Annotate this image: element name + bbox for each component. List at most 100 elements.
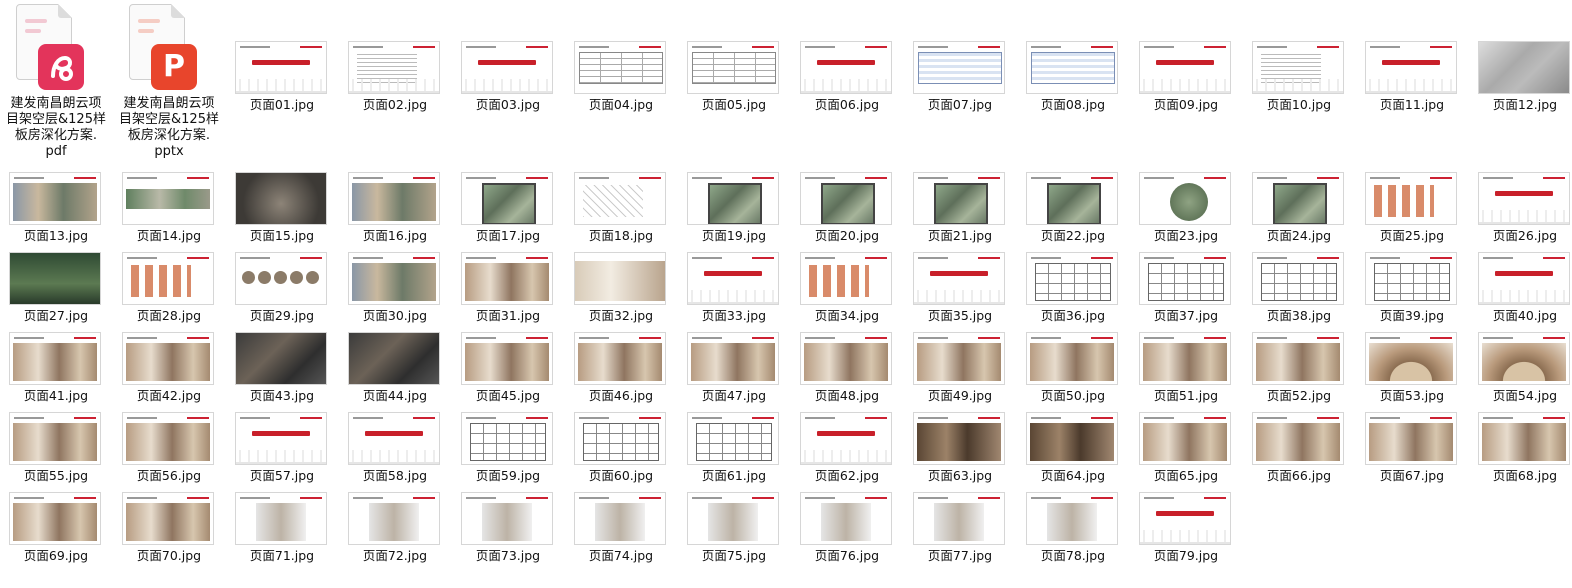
thumbnail-item[interactable]: 页面05.jpg xyxy=(678,42,790,114)
thumbnail-item[interactable]: 页面61.jpg xyxy=(678,413,790,485)
thumbnail-item[interactable]: 页面58.jpg xyxy=(339,413,451,485)
thumbnail-item[interactable]: 页面56.jpg xyxy=(113,413,225,485)
thumbnail-item[interactable]: 页面45.jpg xyxy=(452,333,564,405)
thumbnail-item[interactable]: 页面70.jpg xyxy=(113,493,225,565)
thumbnail-item[interactable]: 页面41.jpg xyxy=(0,333,112,405)
thumbnail-image xyxy=(123,493,213,544)
thumbnail-item[interactable]: 页面38.jpg xyxy=(1243,253,1355,325)
thumbnail-item[interactable]: 页面72.jpg xyxy=(339,493,451,565)
thumbnail-item[interactable]: 页面02.jpg xyxy=(339,42,451,114)
thumbnail-item[interactable]: 页面59.jpg xyxy=(452,413,564,485)
thumb-graphic xyxy=(1370,177,1400,179)
thumbnail-item[interactable]: 页面14.jpg xyxy=(113,173,225,245)
thumb-graphic xyxy=(413,46,435,48)
thumbnail-item[interactable]: 页面79.jpg xyxy=(1130,493,1242,565)
thumbnail-label: 页面13.jpg xyxy=(23,228,89,243)
thumbnail-item[interactable]: 页面66.jpg xyxy=(1243,413,1355,485)
thumb-graphic xyxy=(236,79,326,93)
thumbnail-item[interactable]: 页面75.jpg xyxy=(678,493,790,565)
thumbnail-item[interactable]: 页面25.jpg xyxy=(1356,173,1468,245)
thumb-graphic xyxy=(14,497,44,499)
thumbnail-item[interactable]: 页面31.jpg xyxy=(452,253,564,325)
thumbnail-item[interactable]: 页面06.jpg xyxy=(791,42,903,114)
file-item[interactable]: P 建发南昌朗云项 目架空层&125样 板房深化方案. pptx xyxy=(113,0,225,165)
thumbnail-item[interactable]: 页面16.jpg xyxy=(339,173,451,245)
thumbnail-item[interactable]: 页面57.jpg xyxy=(226,413,338,485)
thumbnail-item[interactable]: 页面43.jpg xyxy=(226,333,338,405)
thumb-graphic xyxy=(353,417,383,419)
thumbnail-item[interactable]: 页面65.jpg xyxy=(1130,413,1242,485)
thumbnail-item[interactable]: 页面55.jpg xyxy=(0,413,112,485)
thumbnail-item[interactable]: 页面01.jpg xyxy=(226,42,338,114)
thumbnail-item[interactable]: 页面49.jpg xyxy=(904,333,1016,405)
thumbnail-label: 页面39.jpg xyxy=(1379,308,1445,323)
thumb-graphic xyxy=(353,257,383,259)
thumbnail-item[interactable]: 页面48.jpg xyxy=(791,333,903,405)
thumbnail-item[interactable]: 页面36.jpg xyxy=(1017,253,1129,325)
thumbnail-item[interactable]: 页面27.jpg xyxy=(0,253,112,325)
thumbnail-item[interactable]: 页面42.jpg xyxy=(113,333,225,405)
thumbnail-item[interactable]: 页面62.jpg xyxy=(791,413,903,485)
file-name-line: 板房深化方案. xyxy=(127,128,211,143)
thumbnail-image xyxy=(801,413,891,464)
thumbnail-item[interactable]: 页面68.jpg xyxy=(1469,413,1572,485)
thumbnail-item[interactable]: 页面11.jpg xyxy=(1356,42,1468,114)
thumbnail-item[interactable]: 页面73.jpg xyxy=(452,493,564,565)
thumbnail-item[interactable]: 页面30.jpg xyxy=(339,253,451,325)
thumbnail-item[interactable]: 页面04.jpg xyxy=(565,42,677,114)
thumbnail-label: 页面22.jpg xyxy=(1040,228,1106,243)
thumbnail-item[interactable]: 页面39.jpg xyxy=(1356,253,1468,325)
thumbnail-item[interactable]: 页面78.jpg xyxy=(1017,493,1129,565)
thumbnail-item[interactable]: 页面15.jpg xyxy=(226,173,338,245)
thumbnail-item[interactable]: 页面34.jpg xyxy=(791,253,903,325)
thumbnail-item[interactable]: 页面46.jpg xyxy=(565,333,677,405)
thumbnail-item[interactable]: 页面63.jpg xyxy=(904,413,1016,485)
thumbnail-item[interactable]: 页面77.jpg xyxy=(904,493,1016,565)
thumbnail-item[interactable]: 页面29.jpg xyxy=(226,253,338,325)
thumbnail-item[interactable]: 页面24.jpg xyxy=(1243,173,1355,245)
thumbnail-item[interactable]: 页面47.jpg xyxy=(678,333,790,405)
thumbnail-item[interactable]: 页面13.jpg xyxy=(0,173,112,245)
thumbnail-item[interactable]: 页面19.jpg xyxy=(678,173,790,245)
thumbnail-item[interactable]: 页面22.jpg xyxy=(1017,173,1129,245)
thumb-graphic xyxy=(1257,337,1287,339)
thumbnail-item[interactable]: 页面74.jpg xyxy=(565,493,677,565)
thumbnail-item[interactable]: 页面52.jpg xyxy=(1243,333,1355,405)
thumbnail-item[interactable]: 页面33.jpg xyxy=(678,253,790,325)
thumbnail-item[interactable]: 页面17.jpg xyxy=(452,173,564,245)
thumb-graphic xyxy=(127,337,157,339)
thumbnail-item[interactable]: 页面51.jpg xyxy=(1130,333,1242,405)
thumbnail-item[interactable]: 页面69.jpg xyxy=(0,493,112,565)
thumbnail-item[interactable]: 页面67.jpg xyxy=(1356,413,1468,485)
thumbnail-item[interactable]: 页面07.jpg xyxy=(904,42,1016,114)
thumbnail-item[interactable]: 页面20.jpg xyxy=(791,173,903,245)
thumbnail-item[interactable]: 页面60.jpg xyxy=(565,413,677,485)
thumbnail-item[interactable]: 页面71.jpg xyxy=(226,493,338,565)
thumbnail-item[interactable]: 页面50.jpg xyxy=(1017,333,1129,405)
thumbnail-item[interactable]: 页面35.jpg xyxy=(904,253,1016,325)
thumbnail-item[interactable]: 页面18.jpg xyxy=(565,173,677,245)
thumbnail-item[interactable]: 页面32.jpg xyxy=(565,253,677,325)
thumbnail-item[interactable]: 页面53.jpg xyxy=(1356,333,1468,405)
thumbnail-item[interactable]: 页面76.jpg xyxy=(791,493,903,565)
thumb-graphic xyxy=(74,417,96,419)
thumbnail-item[interactable]: 页面23.jpg xyxy=(1130,173,1242,245)
thumbnail-item[interactable]: 页面12.jpg xyxy=(1469,42,1572,114)
thumbnail-item[interactable]: 页面64.jpg xyxy=(1017,413,1129,485)
thumbnail-item[interactable]: 页面54.jpg xyxy=(1469,333,1572,405)
thumbnail-item[interactable]: 页面09.jpg xyxy=(1130,42,1242,114)
thumbnail-item[interactable]: 页面40.jpg xyxy=(1469,253,1572,325)
thumbnail-item[interactable]: 页面37.jpg xyxy=(1130,253,1242,325)
thumb-graphic xyxy=(1370,46,1400,48)
thumbnail-label: 页面66.jpg xyxy=(1266,468,1332,483)
thumbnail-item[interactable]: 页面26.jpg xyxy=(1469,173,1572,245)
file-item[interactable]: 建发南昌朗云项 目架空层&125样 板房深化方案. pdf xyxy=(0,0,112,165)
thumbnail-item[interactable]: 页面21.jpg xyxy=(904,173,1016,245)
thumbnail-label: 页面55.jpg xyxy=(23,468,89,483)
thumbnail-item[interactable]: 页面08.jpg xyxy=(1017,42,1129,114)
thumbnail-item[interactable]: 页面44.jpg xyxy=(339,333,451,405)
thumbnail-item[interactable]: 页面28.jpg xyxy=(113,253,225,325)
thumb-graphic xyxy=(934,503,984,541)
thumbnail-item[interactable]: 页面03.jpg xyxy=(452,42,564,114)
thumbnail-item[interactable]: 页面10.jpg xyxy=(1243,42,1355,114)
